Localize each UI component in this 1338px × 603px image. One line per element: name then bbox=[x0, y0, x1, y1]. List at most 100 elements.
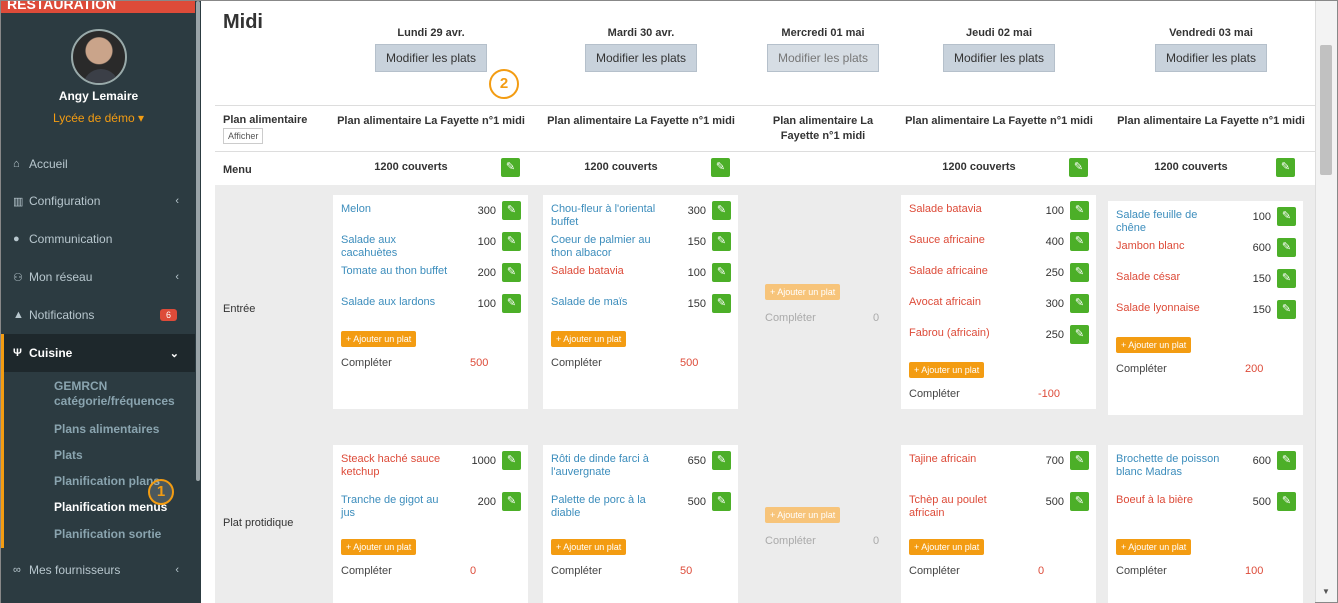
dish-link[interactable]: Tranche de gigot au jus bbox=[341, 494, 451, 520]
dish-link[interactable]: Coeur de palmier au thon albacor bbox=[551, 234, 661, 260]
dish-link[interactable]: Tajine africain bbox=[909, 453, 1019, 466]
day-header: Mercredi 01 mai Modifier les plats bbox=[723, 27, 923, 72]
edit-dishes-button[interactable]: Modifier les plats bbox=[374, 44, 488, 72]
dish-link[interactable]: Palette de porc à la diable bbox=[551, 494, 661, 520]
dish-link[interactable]: Fabrou (africain) bbox=[909, 327, 1019, 340]
edit-dish-icon[interactable]: ✎ bbox=[1070, 492, 1089, 511]
edit-dish-icon[interactable]: ✎ bbox=[1277, 300, 1296, 319]
sidebar-item-notifications[interactable]: ▲ Notifications 6 bbox=[1, 296, 195, 334]
edit-dish-icon[interactable]: ✎ bbox=[1070, 232, 1089, 251]
dish-link[interactable]: Rôti de dinde farci à l'auvergnate bbox=[551, 453, 661, 479]
edit-dishes-button[interactable]: Modifier les plats bbox=[1154, 44, 1268, 72]
edit-dish-icon[interactable]: ✎ bbox=[1070, 325, 1089, 344]
edit-dish-icon[interactable]: ✎ bbox=[1277, 207, 1296, 226]
day-plan-name: Plan alimentaire La Fayette n°1 midi bbox=[905, 115, 1093, 127]
dish-link[interactable]: Tomate au thon buffet bbox=[341, 265, 451, 278]
dish-link[interactable]: Salade de maïs bbox=[551, 296, 661, 309]
dish-link[interactable]: Salade batavia bbox=[909, 203, 1019, 216]
dish-link[interactable]: Melon bbox=[341, 203, 451, 216]
sidebar-item-label: Mon réseau bbox=[29, 270, 93, 284]
edit-covers-icon[interactable]: ✎ bbox=[1276, 158, 1295, 177]
edit-dish-icon[interactable]: ✎ bbox=[502, 451, 521, 470]
submenu-plats[interactable]: Plats bbox=[4, 442, 195, 468]
submenu-plans-alimentaires[interactable]: Plans alimentaires bbox=[4, 416, 195, 442]
dish-quantity: 150 bbox=[687, 236, 706, 248]
show-plan-button[interactable]: Afficher bbox=[223, 128, 264, 144]
edit-dish-icon[interactable]: ✎ bbox=[712, 263, 731, 282]
plat-day-column: Tajine africain 700 ✎ Tchèp au poulet afric… bbox=[901, 445, 1096, 603]
dish-link[interactable]: Tchèp au poulet africain bbox=[909, 494, 1019, 520]
dish-link[interactable]: Salade césar bbox=[1116, 271, 1226, 284]
edit-dish-icon[interactable]: ✎ bbox=[1070, 263, 1089, 282]
edit-dish-icon[interactable]: ✎ bbox=[1070, 451, 1089, 470]
day-date: Jeudi 02 mai bbox=[965, 27, 1033, 39]
edit-dish-icon[interactable]: ✎ bbox=[712, 232, 731, 251]
sidebar-item-configuration[interactable]: ▥ Configuration ‹ bbox=[1, 182, 195, 220]
school-selector[interactable]: Lycée de démo ▾ bbox=[1, 111, 196, 125]
edit-dish-icon[interactable]: ✎ bbox=[712, 294, 731, 313]
edit-covers-icon[interactable]: ✎ bbox=[1069, 158, 1088, 177]
edit-dish-icon[interactable]: ✎ bbox=[1070, 294, 1089, 313]
sidebar-item-accueil[interactable]: ⌂ Accueil bbox=[1, 146, 195, 182]
handshake-icon: ∞ bbox=[13, 564, 21, 576]
edit-dish-icon[interactable]: ✎ bbox=[1277, 238, 1296, 257]
dish-link[interactable]: Salade aux lardons bbox=[341, 296, 451, 309]
edit-dish-icon[interactable]: ✎ bbox=[1277, 269, 1296, 288]
scroll-down-icon[interactable]: ▼ bbox=[1322, 587, 1330, 596]
dish-link[interactable]: Avocat africain bbox=[909, 296, 1019, 309]
edit-covers-icon[interactable]: ✎ bbox=[501, 158, 520, 177]
dish-link[interactable]: Salade africaine bbox=[909, 265, 1019, 278]
add-dish-button[interactable]: + Ajouter un plat bbox=[341, 539, 417, 555]
dish-quantity: 700 bbox=[1045, 455, 1064, 467]
edit-dish-icon[interactable]: ✎ bbox=[502, 201, 521, 220]
dish-link[interactable]: Brochette de poisson blanc Madras bbox=[1116, 453, 1226, 479]
add-dish-button[interactable]: + Ajouter un plat bbox=[909, 539, 985, 555]
edit-dish-icon[interactable]: ✎ bbox=[502, 294, 521, 313]
add-dish-button[interactable]: + Ajouter un plat bbox=[341, 331, 417, 347]
edit-dish-icon[interactable]: ✎ bbox=[502, 232, 521, 251]
edit-dish-icon[interactable]: ✎ bbox=[712, 201, 731, 220]
brand-bar[interactable]: RESTAURATION bbox=[1, 1, 201, 13]
scroll-thumb[interactable] bbox=[1320, 45, 1332, 175]
dish-link[interactable]: Sauce africaine bbox=[909, 234, 1019, 247]
page-scrollbar[interactable]: ▼ bbox=[1315, 1, 1337, 602]
dish-link[interactable]: Salade batavia bbox=[551, 265, 661, 278]
add-dish-button[interactable]: + Ajouter un plat bbox=[909, 362, 985, 378]
add-dish-button[interactable]: + Ajouter un plat bbox=[551, 331, 627, 347]
complete-label: Compléter bbox=[1116, 363, 1167, 375]
add-dish-button[interactable]: + Ajouter un plat bbox=[765, 507, 841, 523]
edit-dishes-button[interactable]: Modifier les plats bbox=[942, 44, 1056, 72]
day-header: Jeudi 02 mai Modifier les plats bbox=[899, 27, 1099, 72]
edit-dishes-button[interactable]: Modifier les plats bbox=[584, 44, 698, 72]
edit-covers-icon[interactable]: ✎ bbox=[711, 158, 730, 177]
dish-link[interactable]: Chou-fleur à l'oriental buffet bbox=[551, 203, 661, 229]
sidebar-item-communication[interactable]: ● Communication bbox=[1, 220, 195, 258]
add-dish-button[interactable]: + Ajouter un plat bbox=[551, 539, 627, 555]
dish-link[interactable]: Boeuf à la bière bbox=[1116, 494, 1226, 507]
dish-link[interactable]: Steack haché sauce ketchup bbox=[341, 453, 451, 479]
add-dish-button[interactable]: + Ajouter un plat bbox=[1116, 539, 1192, 555]
submenu-gemrcn[interactable]: GEMRCN catégorie/fréquences bbox=[4, 372, 195, 416]
edit-dish-icon[interactable]: ✎ bbox=[502, 263, 521, 282]
edit-dish-icon[interactable]: ✎ bbox=[1277, 451, 1296, 470]
edit-dish-icon[interactable]: ✎ bbox=[1277, 492, 1296, 511]
edit-dish-icon[interactable]: ✎ bbox=[712, 451, 731, 470]
dish-link[interactable]: Salade feuille de chêne bbox=[1116, 209, 1226, 235]
edit-dish-icon[interactable]: ✎ bbox=[502, 492, 521, 511]
dish-link[interactable]: Salade lyonnaise bbox=[1116, 302, 1226, 315]
submenu-planification-sortie[interactable]: Planification sortie bbox=[4, 520, 195, 548]
home-icon: ⌂ bbox=[13, 158, 20, 170]
edit-dishes-button[interactable]: Modifier les plats bbox=[766, 44, 880, 72]
add-dish-button[interactable]: + Ajouter un plat bbox=[1116, 337, 1192, 353]
edit-dish-icon[interactable]: ✎ bbox=[1070, 201, 1089, 220]
sidebar-item-cuisine[interactable]: Ψ Cuisine ⌄ bbox=[1, 334, 195, 372]
divider bbox=[215, 105, 1315, 106]
sidebar-item-mon-reseau[interactable]: ⚇ Mon réseau ‹ bbox=[1, 258, 195, 296]
sidebar-item-mes-fournisseurs[interactable]: ∞ Mes fournisseurs ‹ bbox=[1, 552, 195, 588]
dish-quantity: 100 bbox=[1252, 211, 1271, 223]
edit-dish-icon[interactable]: ✎ bbox=[712, 492, 731, 511]
dish-link[interactable]: Salade aux cacahuètes bbox=[341, 234, 451, 260]
bell-icon: ▲ bbox=[13, 309, 24, 321]
add-dish-button[interactable]: + Ajouter un plat bbox=[765, 284, 841, 300]
dish-link[interactable]: Jambon blanc bbox=[1116, 240, 1226, 253]
